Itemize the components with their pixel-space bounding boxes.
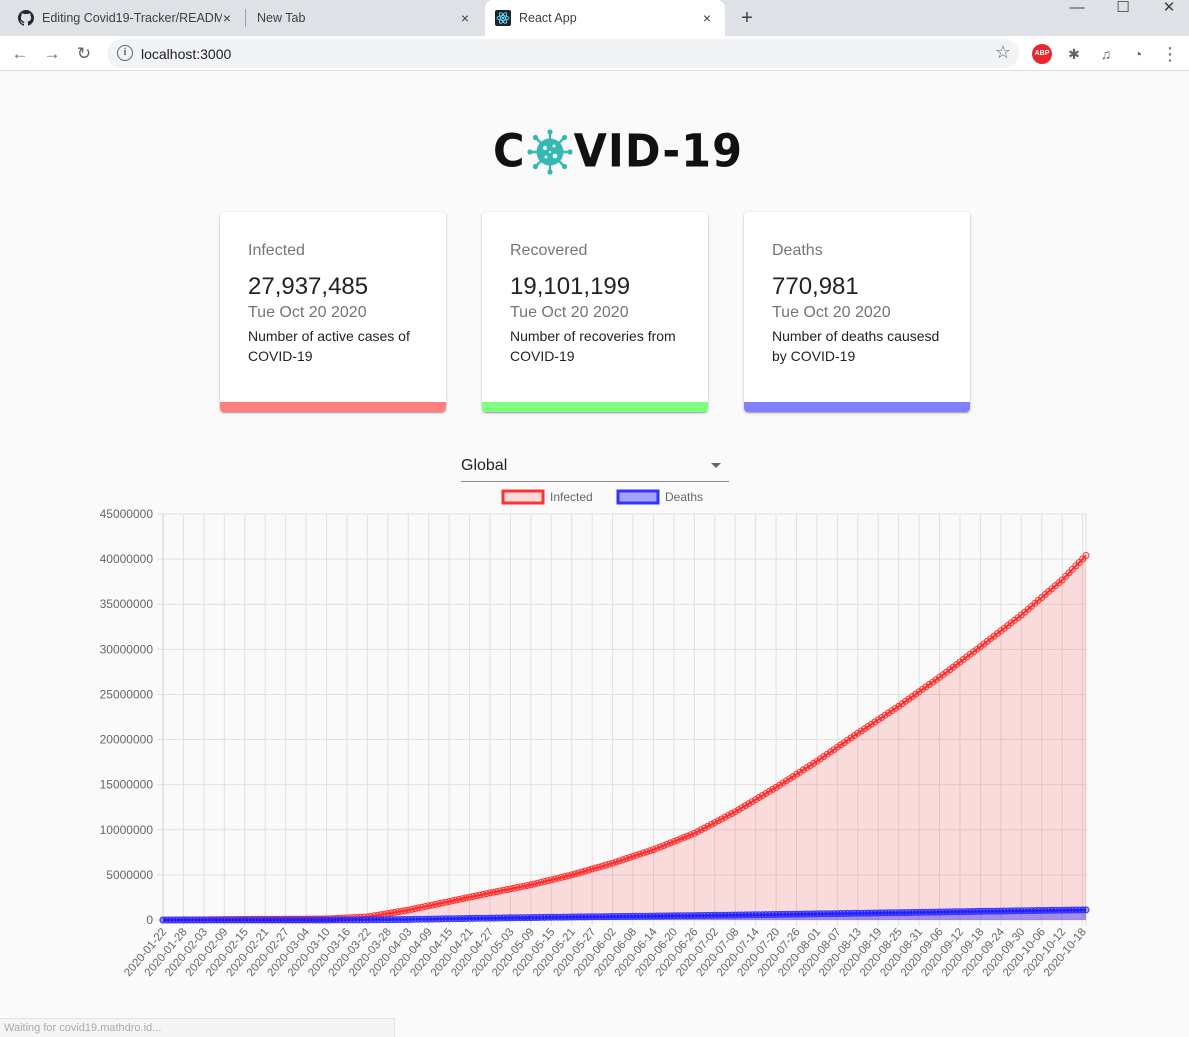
new-tab-button[interactable]: + — [735, 6, 759, 30]
card-value: 770,981 — [772, 273, 859, 300]
card-date: Tue Oct 20 2020 — [772, 304, 891, 321]
legend-swatch — [616, 489, 660, 505]
card-accent-bar — [220, 402, 446, 412]
y-tick-label: 45000000 — [100, 507, 153, 521]
legend-swatch — [501, 489, 545, 505]
forward-button[interactable]: → — [40, 42, 64, 66]
card-value: 19,101,199 — [510, 273, 631, 300]
virus-icon — [526, 129, 573, 175]
data-point-deaths — [1082, 906, 1090, 914]
legend-label: Deaths — [665, 490, 703, 504]
tab-title: Editing Covid19-Tracker/README — [42, 11, 222, 25]
y-tick-label: 15000000 — [100, 778, 153, 792]
card-accent-bar — [744, 402, 970, 412]
y-tick-label: 20000000 — [100, 733, 153, 747]
card-accent-bar — [482, 402, 708, 412]
media-control-icon[interactable]: ♫ — [1096, 44, 1116, 64]
reload-button[interactable]: ↻ — [72, 42, 96, 66]
country-select[interactable]: Global — [461, 451, 729, 482]
close-window-button[interactable]: ✕ — [1146, 0, 1189, 30]
tab-react-app[interactable]: React App × — [485, 0, 725, 36]
tab-title: React App — [519, 11, 577, 25]
browser-status-bar: Waiting for covid19.mathdro.id... — [0, 1018, 395, 1037]
series-area-infected — [163, 555, 1086, 920]
profile-icon[interactable]: ◔ — [1128, 44, 1148, 64]
y-tick-label: 30000000 — [100, 642, 153, 656]
browser-toolbar: ← → ↻ i localhost:3000 ☆ ABP ✱ ♫ ◔ ⋮ — [0, 36, 1189, 71]
logo-letter-c: C — [493, 125, 526, 179]
react-icon — [495, 10, 511, 26]
y-tick-label: 25000000 — [100, 687, 153, 701]
github-icon — [18, 10, 34, 26]
recovered-card: Recovered 19,101,199 Tue Oct 20 2020 Num… — [482, 212, 708, 412]
card-description: Number of active cases of COVID-19 — [248, 328, 410, 364]
tab-divider — [245, 9, 246, 27]
y-tick-label: 5000000 — [106, 868, 153, 882]
back-button[interactable]: ← — [8, 42, 32, 66]
tab-close-icon[interactable]: × — [699, 10, 715, 26]
card-value: 27,937,485 — [248, 273, 369, 300]
y-tick-label: 10000000 — [100, 823, 153, 837]
infected-card: Infected 27,937,485 Tue Oct 20 2020 Numb… — [220, 212, 446, 412]
tab-github-readme[interactable]: Editing Covid19-Tracker/README × — [10, 0, 245, 36]
card-label: Recovered — [510, 242, 588, 259]
card-date: Tue Oct 20 2020 — [510, 304, 629, 321]
card-label: Deaths — [772, 242, 823, 259]
tab-close-icon[interactable]: × — [457, 10, 473, 26]
browser-tab-strip: Editing Covid19-Tracker/README × New Tab… — [0, 0, 1189, 36]
covid-line-chart: Infected Deaths 45000000 40000000 35000000 30… — [100, 489, 1090, 979]
y-tick-label: 40000000 — [100, 552, 153, 566]
card-date: Tue Oct 20 2020 — [248, 304, 367, 321]
card-description: Number of recoveries from COVID-19 — [510, 328, 676, 364]
site-info-icon[interactable]: i — [117, 45, 133, 61]
legend-label: Infected — [550, 490, 593, 504]
country-select-value: Global — [461, 457, 508, 474]
card-description: Number of deaths causesd by COVID-19 — [772, 328, 940, 364]
deaths-card: Deaths 770,981 Tue Oct 20 2020 Number of… — [744, 212, 970, 412]
dropdown-arrow-icon[interactable] — [711, 463, 721, 468]
adblock-extension-icon[interactable]: ABP — [1032, 44, 1052, 64]
url-text[interactable]: localhost:3000 — [141, 46, 231, 62]
logo-letters-vid19: VID-19 — [573, 125, 744, 179]
data-point-infected — [1082, 552, 1090, 559]
covid-logo: C VID-19 — [493, 125, 744, 179]
card-label: Infected — [248, 242, 305, 259]
tab-title: New Tab — [257, 11, 306, 25]
tab-close-icon[interactable]: × — [219, 10, 235, 26]
bookmark-star-icon[interactable]: ☆ — [995, 42, 1011, 63]
extensions-puzzle-icon[interactable]: ✱ — [1064, 44, 1084, 64]
browser-menu-icon[interactable]: ⋮ — [1160, 44, 1180, 64]
minimize-button[interactable]: — — [1054, 0, 1100, 30]
y-tick-label: 0 — [146, 913, 153, 927]
tab-new-tab[interactable]: New Tab × — [248, 0, 483, 36]
y-tick-label: 35000000 — [100, 597, 153, 611]
maximize-button[interactable]: ☐ — [1100, 0, 1146, 30]
address-bar[interactable]: i localhost:3000 ☆ — [107, 39, 1019, 68]
